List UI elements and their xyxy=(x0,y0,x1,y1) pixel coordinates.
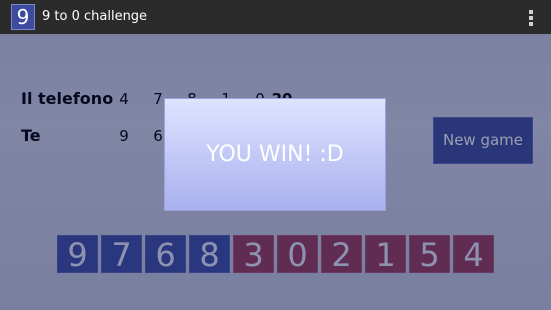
win-dialog[interactable]: YOU WIN! :D xyxy=(164,98,386,211)
win-message: YOU WIN! :D xyxy=(206,142,344,167)
overflow-menu-icon[interactable] xyxy=(529,10,533,26)
action-bar: 9 9 to 0 challenge xyxy=(0,0,551,34)
app-title: 9 to 0 challenge xyxy=(42,9,148,24)
screen: 9 9 to 0 challenge Il telefono 4 7 8 1 0… xyxy=(0,0,551,310)
app-icon[interactable]: 9 xyxy=(11,4,35,30)
